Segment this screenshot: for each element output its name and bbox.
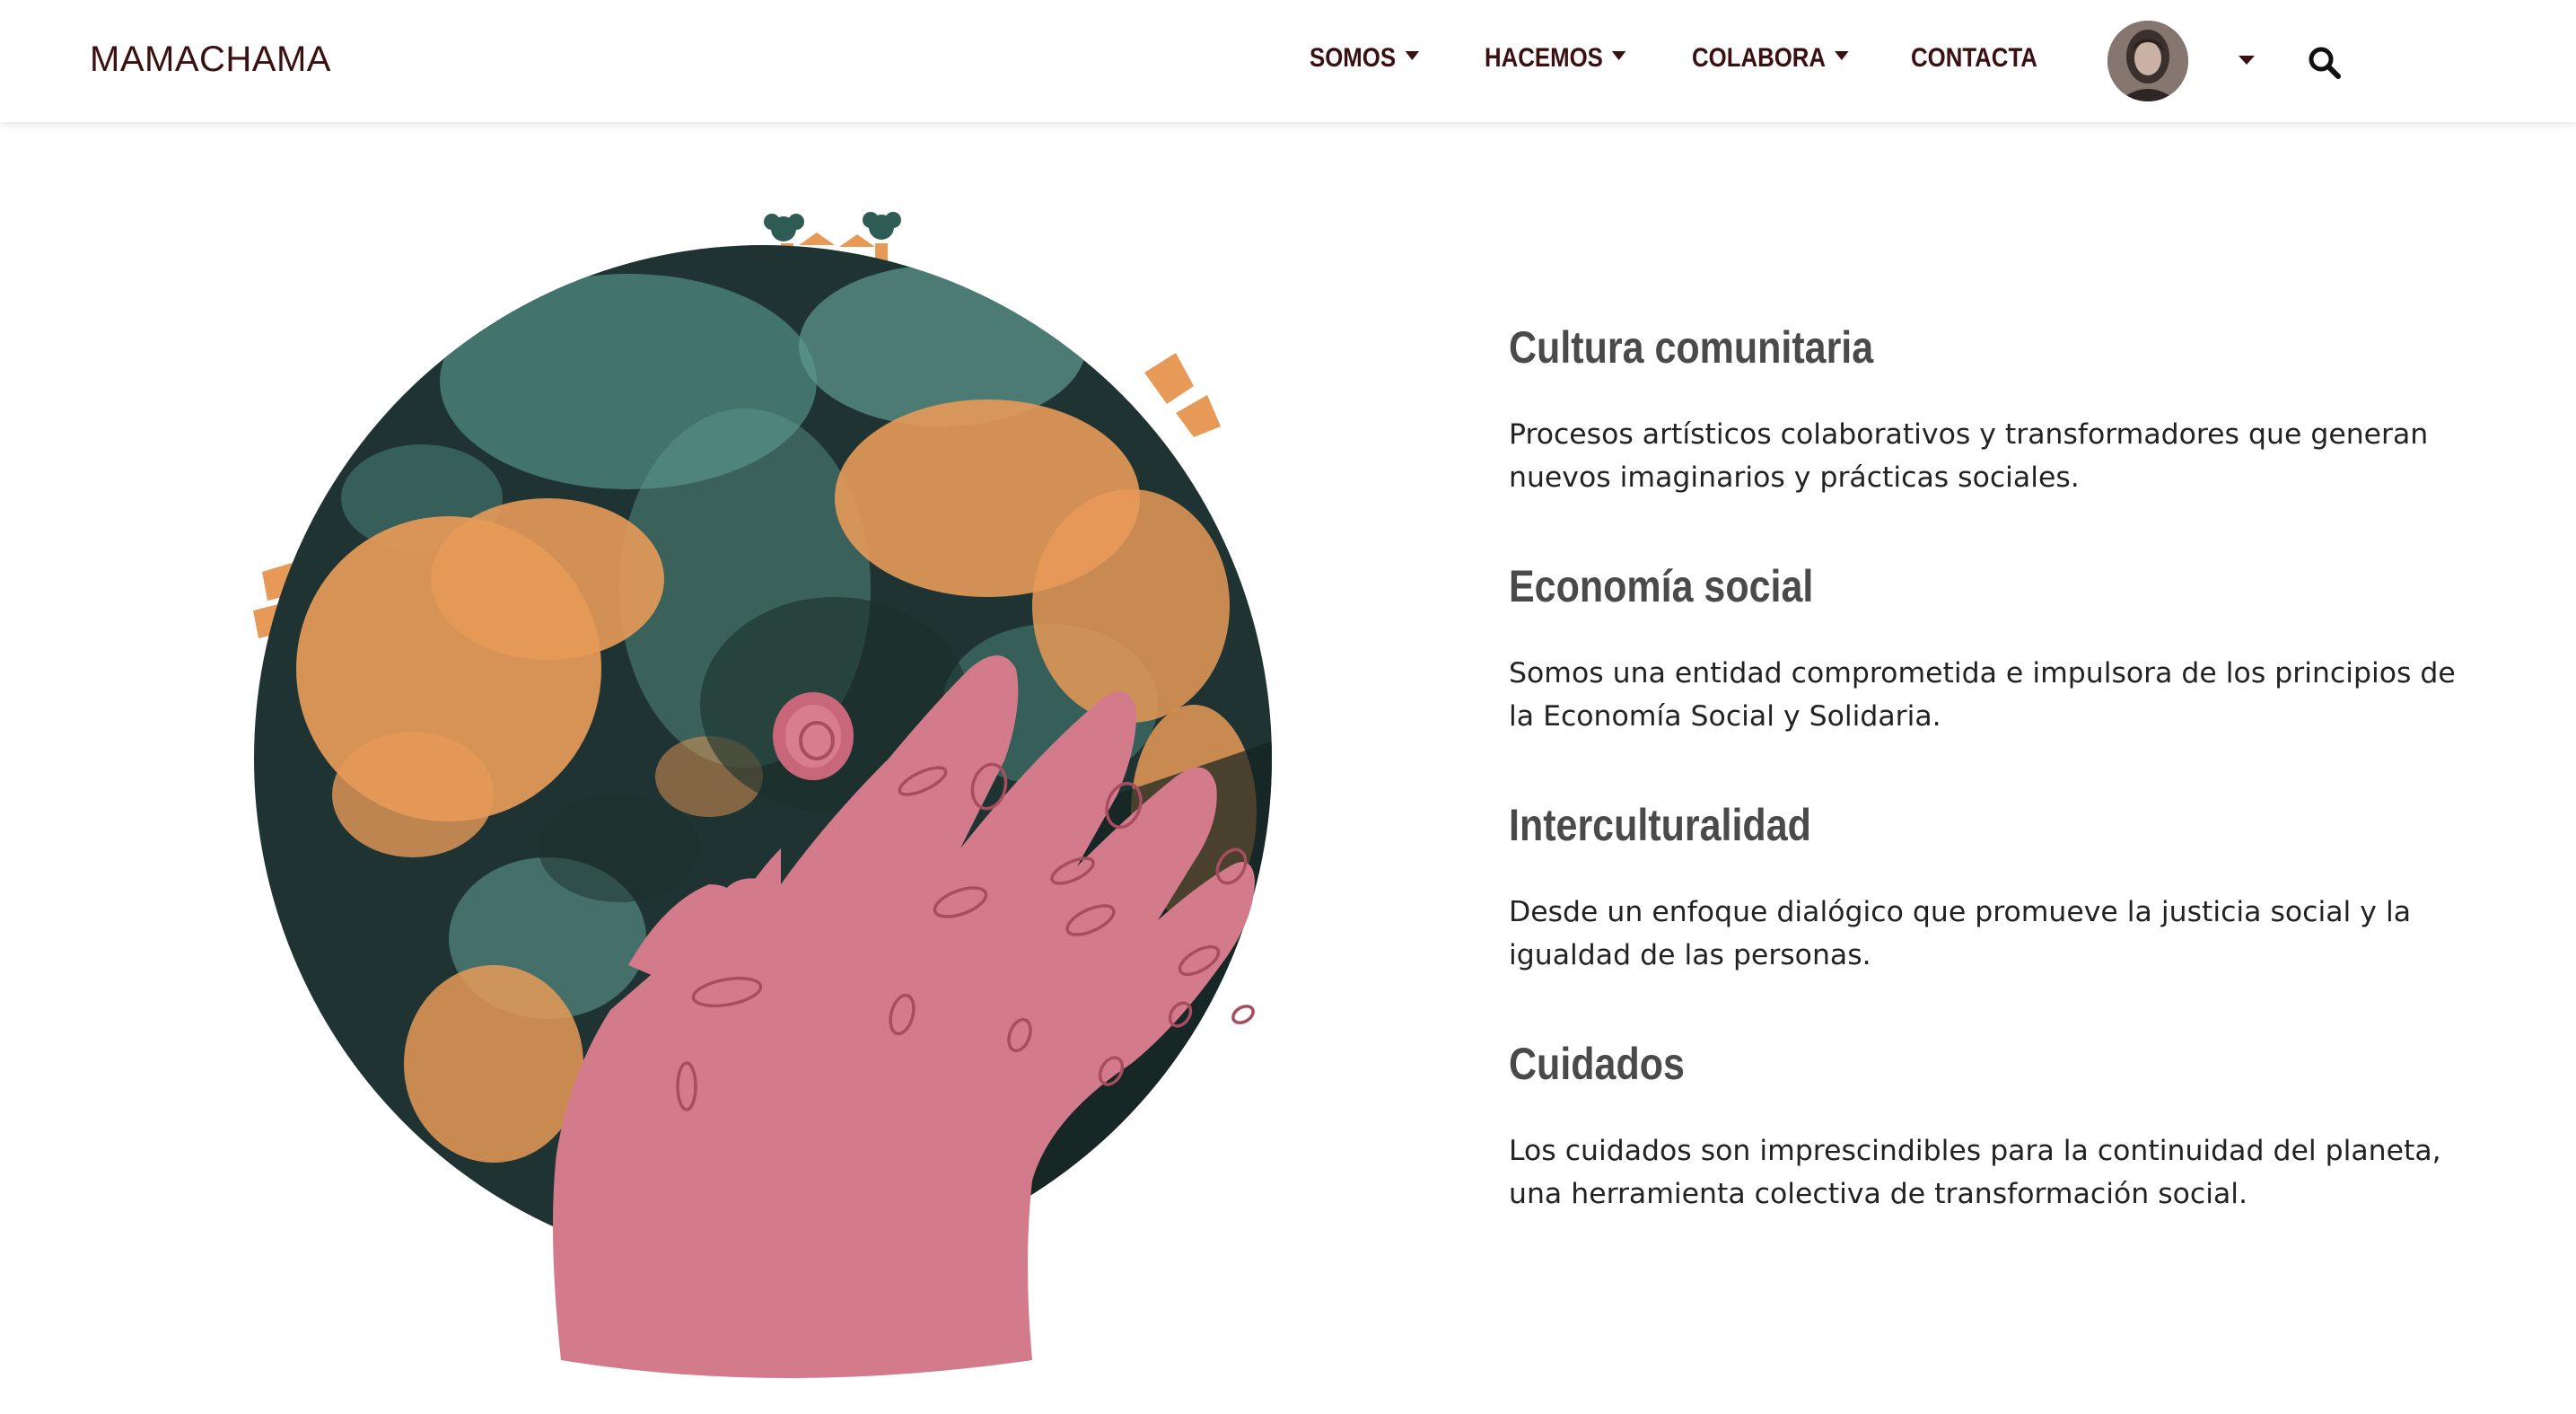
nav-item-contacta[interactable]: CONTACTA	[1911, 43, 2037, 74]
chevron-down-icon	[1405, 51, 1419, 61]
top-navbar: MAMACHAMA SOMOS HACEMOS COLABORA CONTACT…	[0, 0, 2576, 122]
feature-title: Cultura comunitaria	[1509, 322, 1874, 373]
feature-text: Somos una entidad comprometida e impulso…	[1509, 657, 2456, 733]
nav-item-label: HACEMOS	[1485, 43, 1603, 73]
brand-logo[interactable]: MAMACHAMA	[90, 40, 331, 80]
feature-cultura-comunitaria: Cultura comunitaria Procesos artísticos …	[1509, 321, 2478, 499]
nav-item-somos[interactable]: SOMOS	[1310, 43, 1419, 74]
nav-item-hacemos[interactable]: HACEMOS	[1485, 43, 1626, 74]
feature-cuidados: Cuidados Los cuidados son imprescindible…	[1509, 1038, 2478, 1216]
search-icon	[2309, 47, 2341, 79]
feature-title: Interculturalidad	[1509, 800, 1811, 850]
nav-item-colabora[interactable]: COLABORA	[1692, 43, 1849, 74]
globe-held-by-hand-icon	[253, 212, 1272, 1378]
avatar-photo-icon	[2107, 21, 2188, 101]
feature-interculturalidad: Interculturalidad Desde un enfoque dialó…	[1509, 799, 2478, 977]
user-menu-chevron-icon[interactable]	[2239, 56, 2255, 65]
globe-hand-illustration	[242, 202, 1319, 1410]
nav-item-label: COLABORA	[1692, 43, 1827, 73]
feature-text: Procesos artísticos colaborativos y tran…	[1509, 418, 2429, 494]
feature-economia-social: Economía social Somos una entidad compro…	[1509, 560, 2478, 738]
nav-item-label: CONTACTA	[1911, 43, 2037, 73]
feature-text: Desde un enfoque dialógico que promueve …	[1509, 896, 2412, 971]
pink-knot	[773, 692, 854, 780]
user-avatar[interactable]	[2107, 21, 2188, 101]
feature-title: Economía social	[1509, 561, 1814, 611]
nav-item-label: SOMOS	[1310, 43, 1397, 73]
chevron-down-icon	[1835, 51, 1849, 61]
search-button[interactable]	[2307, 45, 2343, 81]
chevron-down-icon	[1612, 51, 1626, 61]
feature-text: Los cuidados son imprescindibles para la…	[1509, 1135, 2441, 1210]
feature-title: Cuidados	[1509, 1039, 1685, 1089]
